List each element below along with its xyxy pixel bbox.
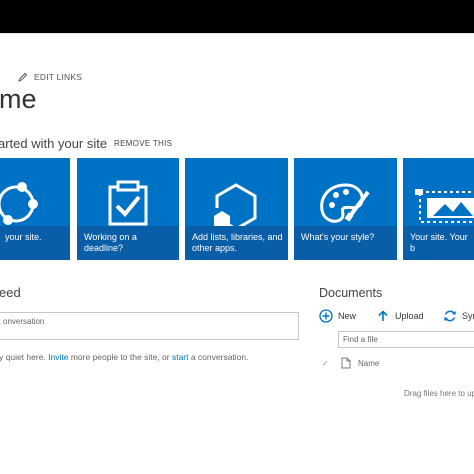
new-label: New <box>338 311 357 321</box>
site-picture-icon <box>415 189 474 223</box>
plus-circle-icon <box>319 309 333 323</box>
palette-icon <box>320 183 370 223</box>
conversation-placeholder: onversation <box>3 317 45 326</box>
sync-button[interactable]: Syn <box>443 309 474 323</box>
page-title: me <box>0 84 37 114</box>
newsfeed-note-prefix: y quiet here. <box>0 352 49 362</box>
sync-icon <box>444 310 456 322</box>
tile-add-apps[interactable]: Add lists, libraries, and other apps. <box>185 158 288 260</box>
drag-files-hint: Drag files here to up <box>404 389 474 398</box>
sync-label: Syn <box>462 311 474 321</box>
suite-top-bar <box>0 0 474 33</box>
tile-your-site[interactable]: Your site. Your b <box>403 158 474 260</box>
documents-column-header: ✓ Name <box>322 357 379 369</box>
suite-bar <box>0 34 474 59</box>
newsfeed-note-middle: more people to the site, or <box>68 352 172 362</box>
tile-label: your site. <box>5 232 42 242</box>
upload-label: Upload <box>395 311 424 321</box>
tile-label: What's your style? <box>301 232 375 242</box>
start-conversation-input[interactable]: onversation <box>0 312 299 340</box>
invite-link[interactable]: Invite <box>48 352 68 362</box>
tile-style[interactable]: What's your style? <box>294 158 397 260</box>
tile-label: Add lists, libraries, and other apps. <box>192 232 283 253</box>
upload-button[interactable]: Upload <box>376 309 424 323</box>
edit-links-label: EDIT LINKS <box>34 72 83 82</box>
tile-caption: your site. <box>0 226 70 260</box>
documents-title: Documents <box>319 286 383 300</box>
tile-deadline[interactable]: Working on a deadline? <box>77 158 179 260</box>
tile-caption: What's your style? <box>294 226 397 260</box>
remove-this-link[interactable]: REMOVE THIS <box>114 139 172 148</box>
new-document-button[interactable]: New <box>319 309 356 323</box>
newsfeed-note: y quiet here. Invite more people to the … <box>0 352 249 362</box>
name-column-header[interactable]: Name <box>358 359 379 368</box>
find-file-field[interactable] <box>338 331 474 348</box>
tile-caption: Your site. Your b <box>403 226 474 260</box>
find-file-input[interactable] <box>339 332 474 347</box>
clipboard-check-icon <box>108 180 148 226</box>
tile-caption: Add lists, libraries, and other apps. <box>185 226 288 260</box>
tile-label: Your site. Your b <box>410 232 468 253</box>
share-network-icon <box>0 182 38 225</box>
tile-label: Working on a deadline? <box>84 232 137 253</box>
add-app-hexagon-icon <box>214 183 257 226</box>
edit-links-button[interactable]: EDIT LINKS <box>18 72 82 82</box>
select-all-check-icon[interactable]: ✓ <box>322 359 340 368</box>
tile-caption: Working on a deadline? <box>77 226 179 260</box>
file-type-icon <box>341 357 351 369</box>
start-conversation-link[interactable]: start <box>172 352 189 362</box>
newsfeed-note-suffix: a conversation. <box>188 352 249 362</box>
pencil-icon <box>18 72 28 82</box>
getting-started-heading: arted with your site <box>0 136 108 151</box>
upload-arrow-icon <box>378 310 388 321</box>
tile-share-site[interactable]: your site. <box>0 158 70 260</box>
newsfeed-title: eed <box>0 285 21 300</box>
